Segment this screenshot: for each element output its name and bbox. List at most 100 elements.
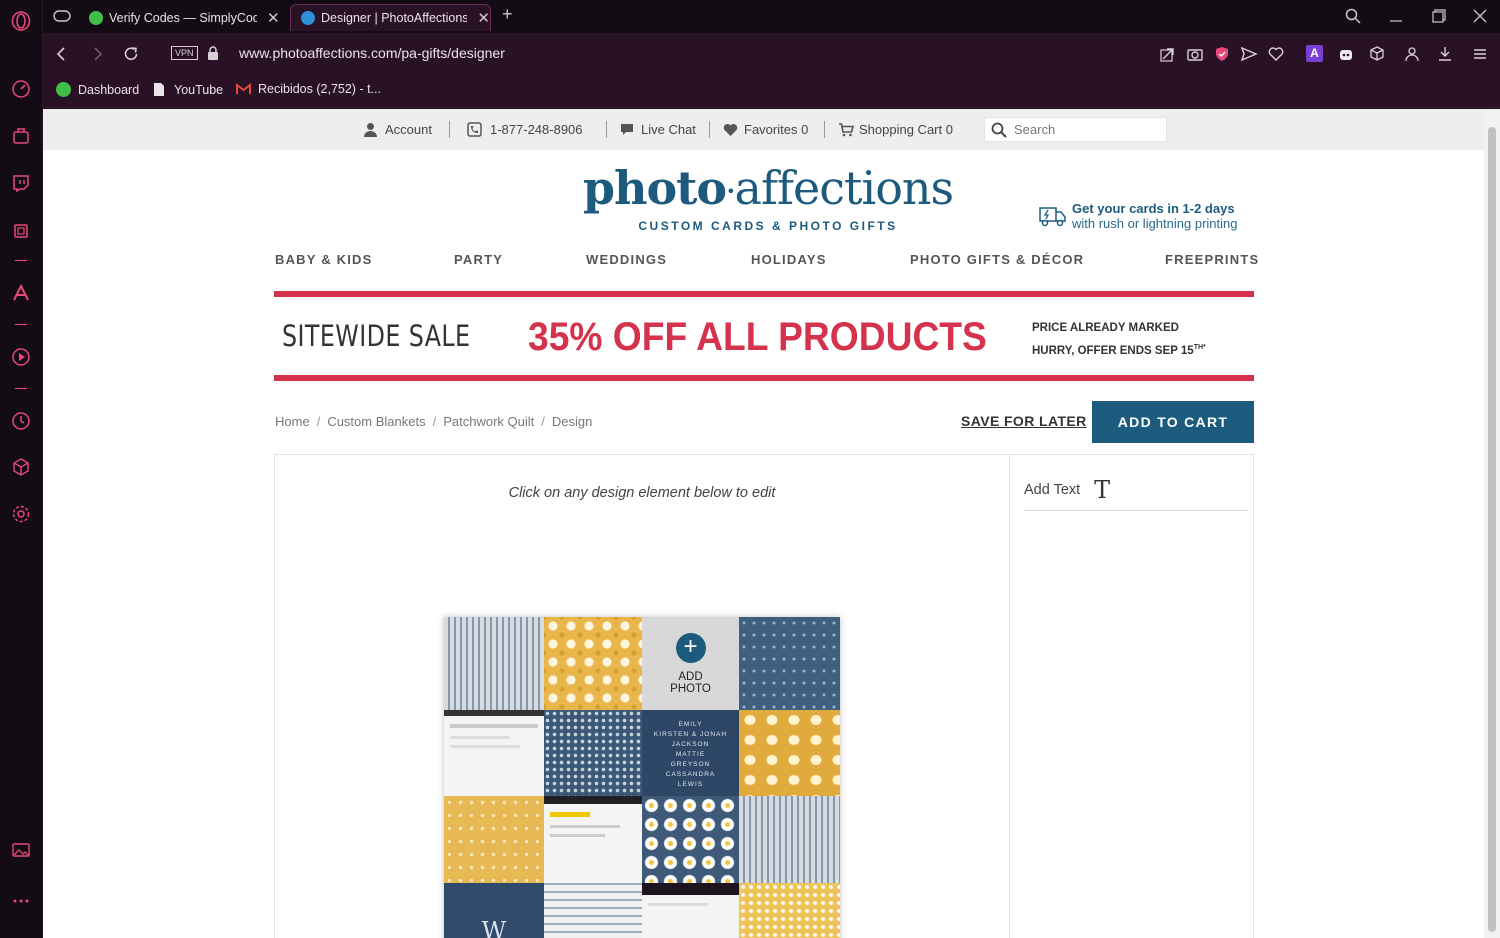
forward-icon[interactable]: [88, 45, 106, 63]
bookmark-label: Recibidos (2,752) - t...: [258, 82, 381, 96]
quilt-patch-navy-dots[interactable]: [544, 710, 642, 796]
nav-party[interactable]: PARTY: [454, 252, 503, 267]
snapshot-camera-icon[interactable]: [1186, 45, 1204, 63]
quilt-patch-gold-diamond[interactable]: [544, 617, 642, 710]
cpu-limiter-icon[interactable]: [11, 221, 31, 241]
live-chat-link[interactable]: Live Chat: [620, 122, 696, 137]
account-link[interactable]: Account: [363, 122, 432, 137]
extensions-cube-icon[interactable]: [11, 457, 31, 477]
quilt-patch-gold-leaf[interactable]: [739, 710, 840, 796]
quilt-photo-patch[interactable]: [642, 883, 739, 938]
favorites-label: Favorites 0: [744, 122, 809, 137]
bookmark-label: YouTube: [174, 82, 224, 97]
restore-icon[interactable]: [1432, 9, 1446, 23]
speed-dial-icon[interactable]: [11, 79, 31, 99]
quilt-monogram-patch[interactable]: W: [444, 883, 544, 938]
nav-holidays[interactable]: HOLIDAYS: [751, 252, 827, 267]
scrollbar-thumb[interactable]: [1488, 127, 1496, 932]
nav-freeprints[interactable]: FREEPRINTS: [1165, 252, 1259, 267]
quilt-patch-daisy[interactable]: [642, 796, 739, 883]
bookmark-youtube[interactable]: YouTube: [153, 82, 223, 97]
close-tab-icon[interactable]: ✕: [477, 9, 490, 27]
more-icon[interactable]: [11, 891, 31, 911]
quilt-patch-gold-dots[interactable]: [739, 883, 840, 938]
quilt-patch-stripes[interactable]: [739, 796, 840, 883]
back-icon[interactable]: [53, 45, 71, 63]
page-scrollbar[interactable]: [1484, 109, 1500, 938]
shipping-promo[interactable]: Get your cards in 1-2 days with rush or …: [1039, 201, 1237, 231]
profile-icon[interactable]: [1403, 45, 1421, 63]
cart-label: Shopping Cart 0: [859, 122, 953, 137]
url-field[interactable]: www.photoaffections.com/pa-gifts/designe…: [239, 45, 505, 61]
phone-link[interactable]: 1-877-248-8906: [467, 122, 583, 137]
twitch-icon[interactable]: [11, 173, 31, 193]
quilt-photo-patch[interactable]: [544, 796, 642, 883]
minimize-icon[interactable]: [1389, 9, 1403, 23]
close-tab-icon[interactable]: ✕: [267, 9, 280, 27]
photo-line: [450, 736, 510, 739]
patchwork-quilt-preview: + ADD PHOTO EMILY KIRSTEN & JONAH JACKSO…: [444, 617, 840, 938]
quilt-patch-stripes[interactable]: [444, 617, 544, 710]
save-for-later-link[interactable]: SAVE FOR LATER: [961, 413, 1087, 429]
new-tab-button[interactable]: +: [502, 4, 513, 25]
tab-designer[interactable]: Designer | PhotoAffections ✕: [290, 4, 491, 31]
history-icon[interactable]: [11, 411, 31, 431]
quilt-patch-gold-floral[interactable]: [444, 796, 544, 883]
search-tabs-icon[interactable]: [1345, 8, 1361, 24]
easy-setup-menu-icon[interactable]: [1471, 45, 1489, 63]
photoaffections-logo[interactable]: photo•affections CUSTOM CARDS & PHOTO GI…: [578, 159, 958, 233]
bookmark-dashboard[interactable]: Dashboard: [56, 82, 139, 97]
sale-banner[interactable]: SITEWIDE SALE 35% OFF ALL PRODUCTS PRICE…: [274, 291, 1254, 381]
quilt-names-patch[interactable]: EMILY KIRSTEN & JONAH JACKSON MATTIE GRE…: [642, 710, 739, 796]
lock-icon[interactable]: [207, 46, 219, 60]
gmail-icon: [236, 83, 251, 94]
add-to-cart-button[interactable]: ADD TO CART: [1092, 401, 1254, 443]
quilt-patch-navy-floral[interactable]: [739, 617, 840, 710]
tab-verify-codes[interactable]: Verify Codes — SimplyCod ✕: [79, 4, 285, 31]
download-icon[interactable]: [1436, 45, 1454, 63]
nav-weddings[interactable]: WEDDINGS: [586, 252, 667, 267]
heart-icon[interactable]: [1267, 45, 1285, 63]
extension-robot-icon[interactable]: [1337, 45, 1355, 63]
breadcrumb-patchwork-quilt[interactable]: Patchwork Quilt: [443, 414, 534, 429]
delivery-truck-icon: [1039, 207, 1066, 227]
site-search-input[interactable]: Search: [984, 117, 1167, 142]
add-photo-plus-icon: +: [675, 632, 706, 663]
nav-baby-kids[interactable]: BABY & KIDS: [275, 252, 372, 267]
player-icon[interactable]: [11, 347, 31, 367]
bookmark-gmail[interactable]: Recibidos (2,752) - t...: [236, 82, 381, 96]
reload-icon[interactable]: [122, 45, 140, 63]
close-window-icon[interactable]: [1473, 9, 1487, 23]
settings-gear-icon[interactable]: [11, 504, 31, 524]
send-icon[interactable]: [1240, 45, 1258, 63]
logo-tagline: CUSTOM CARDS & PHOTO GIFTS: [638, 219, 898, 233]
breadcrumb-custom-blankets[interactable]: Custom Blankets: [327, 414, 425, 429]
gallery-icon[interactable]: [11, 840, 31, 860]
opera-logo-icon[interactable]: [11, 11, 31, 31]
breadcrumb-home[interactable]: Home: [275, 414, 310, 429]
utility-divider: [709, 121, 710, 138]
account-label: Account: [385, 122, 432, 137]
add-photo-slot[interactable]: + ADD PHOTO: [642, 617, 739, 710]
photo-bar: [544, 796, 642, 804]
nav-photo-gifts-decor[interactable]: PHOTO GIFTS & DÉCOR: [910, 252, 1084, 267]
breadcrumb: Home / Custom Blankets / Patchwork Quilt / …: [275, 414, 593, 429]
monogram-letter: W: [481, 917, 507, 938]
live-chat-label: Live Chat: [641, 122, 696, 137]
quilt-patch-horizontal-stripes[interactable]: [544, 883, 642, 938]
add-text-button[interactable]: Add Text T: [1024, 469, 1248, 511]
share-icon[interactable]: [1159, 45, 1177, 63]
adblock-shield-icon[interactable]: [1213, 45, 1231, 63]
vpn-badge[interactable]: VPN: [171, 46, 198, 60]
gamepad-icon[interactable]: [53, 9, 71, 23]
page-icon: [154, 83, 164, 96]
extension-a-icon[interactable]: A: [1306, 45, 1323, 62]
favorites-link[interactable]: Favorites 0: [723, 122, 808, 137]
workspaces-icon[interactable]: [11, 126, 31, 146]
sale-detail-price: PRICE ALREADY MARKED: [1032, 322, 1179, 334]
sidebar-divider: [15, 388, 27, 389]
aria-icon[interactable]: [11, 283, 31, 303]
shopping-cart-link[interactable]: Shopping Cart 0: [838, 122, 953, 137]
quilt-photo-patch[interactable]: [444, 710, 544, 796]
extensions-icon[interactable]: [1368, 45, 1386, 63]
